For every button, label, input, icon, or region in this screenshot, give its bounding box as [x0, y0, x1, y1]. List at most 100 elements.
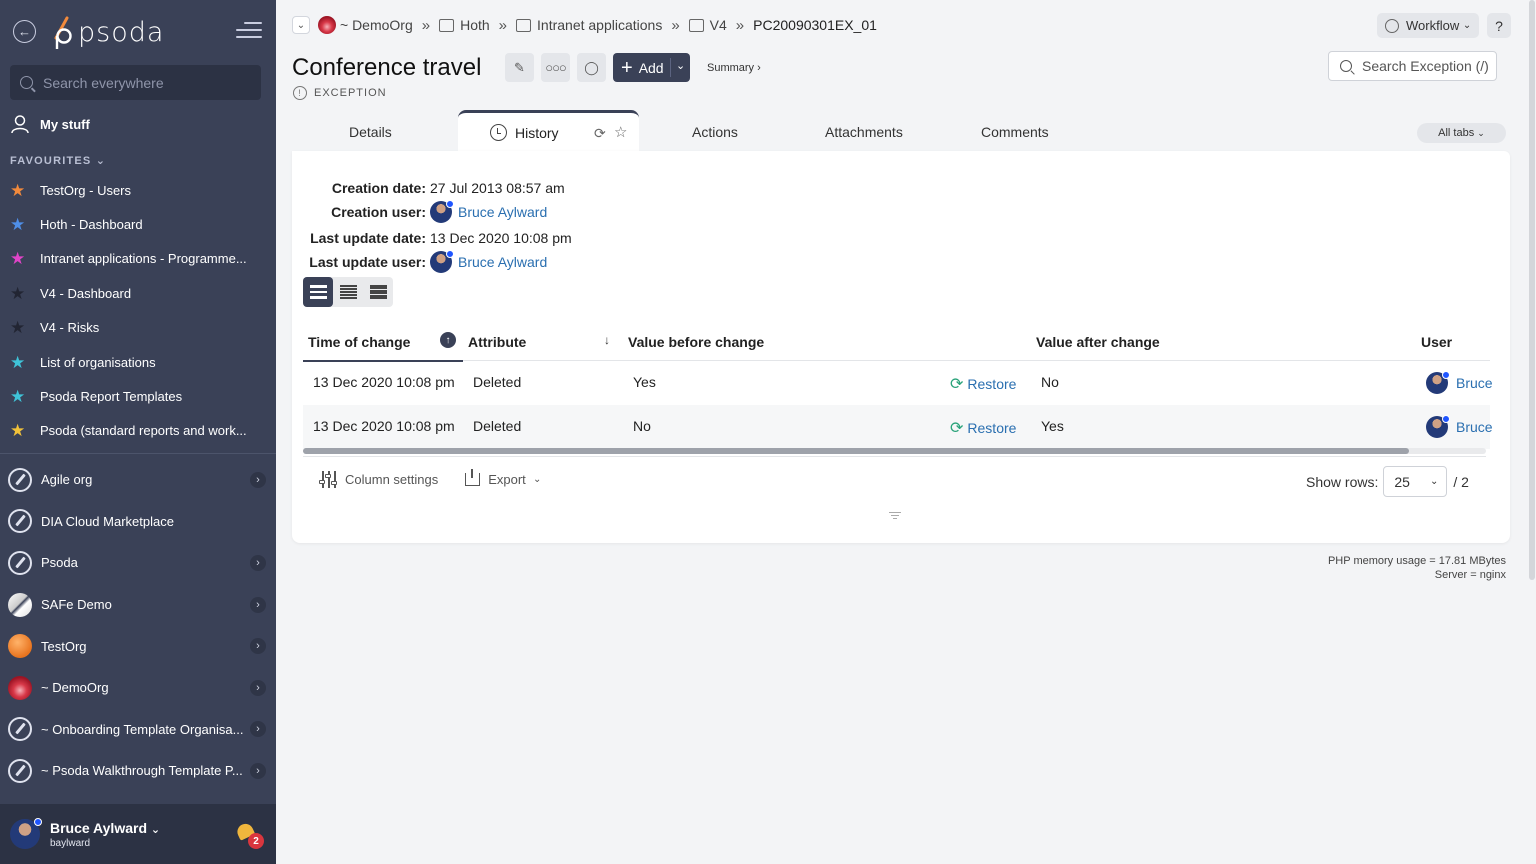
page-scrollbar[interactable]: [1528, 0, 1536, 864]
cell-user[interactable]: Bruce: [1426, 371, 1493, 394]
tab-comments[interactable]: Comments: [981, 124, 1049, 140]
org-item-testorg[interactable]: TestOrg ›: [8, 625, 268, 667]
export-button[interactable]: Export ⌄: [465, 469, 541, 487]
org-item-psoda[interactable]: Psoda ›: [8, 542, 268, 584]
breadcrumb-demoorg[interactable]: ~ DemoOrg: [318, 16, 413, 34]
breadcrumb-dropdown-icon[interactable]: ⌄: [292, 16, 310, 34]
column-header-user[interactable]: User: [1421, 334, 1452, 350]
current-user-panel[interactable]: Bruce Aylward ⌄ baylward 2: [0, 804, 276, 864]
column-header-time[interactable]: Time of change: [308, 334, 410, 350]
global-search[interactable]: [10, 65, 261, 100]
density-compact-icon[interactable]: [363, 277, 393, 307]
org-item-dia-cloud[interactable]: DIA Cloud Marketplace: [8, 501, 268, 543]
last-update-user-link[interactable]: Bruce Aylward: [430, 250, 547, 273]
chevron-right-icon[interactable]: ›: [250, 471, 266, 488]
back-icon[interactable]: ←: [13, 20, 36, 43]
favourite-item[interactable]: ★ List of organisations: [10, 345, 266, 379]
chevron-down-icon[interactable]: ⌄: [676, 59, 685, 72]
online-status-dot: [1442, 371, 1450, 379]
org-item-safe-demo[interactable]: SAFe Demo ›: [8, 584, 268, 626]
sort-ascending-icon[interactable]: ↑: [440, 332, 456, 348]
tab-details[interactable]: Details: [349, 124, 392, 140]
summary-link[interactable]: Summary ›: [707, 62, 761, 74]
horizontal-scrollbar-thumb[interactable]: [303, 448, 1409, 454]
breadcrumb-v4[interactable]: V4: [688, 17, 727, 33]
psoda-logo[interactable]: psoda: [50, 14, 164, 49]
star-outline-icon[interactable]: ☆: [614, 123, 627, 141]
breadcrumb-intranet[interactable]: Intranet applications: [516, 17, 662, 33]
history-table: Time of change ↑ Attribute ↓ Value befor…: [303, 323, 1493, 457]
org-label: ~ DemoOrg: [41, 680, 109, 696]
sidebar: ← psoda My stuff FAVOURITES ⌄ ★ TestOrg -…: [0, 0, 276, 864]
tag-button[interactable]: ◯: [577, 53, 606, 82]
chevron-right-icon[interactable]: ›: [250, 554, 266, 571]
all-tabs-label: All tabs: [1438, 127, 1475, 139]
favourite-item[interactable]: ★ TestOrg - Users: [10, 173, 266, 207]
tab-history[interactable]: History ⟳ ☆: [458, 110, 639, 152]
restore-link[interactable]: ⟳ Restore: [950, 418, 1016, 438]
column-header-after[interactable]: Value after change: [1036, 334, 1160, 350]
star-icon: ★: [10, 215, 26, 235]
favourite-label: TestOrg - Users: [40, 182, 132, 198]
density-standard-icon[interactable]: [333, 277, 363, 307]
person-icon: [10, 114, 30, 134]
user-login: baylward: [50, 837, 91, 849]
my-stuff-link[interactable]: My stuff: [10, 114, 90, 134]
org-item-agile-org[interactable]: Agile org ›: [8, 459, 268, 501]
column-header-attribute[interactable]: Attribute: [468, 334, 526, 350]
all-tabs-button[interactable]: All tabs ⌄: [1417, 123, 1506, 143]
star-icon: ★: [10, 421, 26, 441]
search-everywhere-input[interactable]: [43, 74, 253, 91]
org-item-onboarding[interactable]: ~ Onboarding Template Organisa... ›: [8, 709, 268, 751]
pagination: Show rows: 25 ⌄ / 2: [1306, 466, 1469, 497]
sort-descending-icon[interactable]: ↓: [604, 333, 610, 347]
cell-user[interactable]: Bruce: [1426, 415, 1493, 438]
resize-handle-icon[interactable]: [889, 512, 901, 521]
column-settings-button[interactable]: Column settings: [319, 471, 438, 488]
favourite-label: List of organisations: [40, 354, 156, 370]
collapse-sidebar-icon[interactable]: [236, 22, 262, 40]
horizontal-scrollbar[interactable]: [303, 448, 1486, 454]
restore-label: Restore: [967, 420, 1017, 436]
add-button-divider: [670, 58, 671, 77]
favourite-item[interactable]: ★ Psoda Report Templates: [10, 379, 266, 413]
creation-user-link[interactable]: Bruce Aylward: [430, 200, 547, 223]
breadcrumb-hoth[interactable]: Hoth: [439, 17, 490, 33]
density-comfortable-icon[interactable]: [303, 277, 333, 307]
column-header-before[interactable]: Value before change: [628, 334, 764, 350]
favourite-item[interactable]: ★ Intranet applications - Programme...: [10, 242, 266, 276]
org-item-demoorg[interactable]: ~ DemoOrg ›: [8, 667, 268, 709]
favourite-item[interactable]: ★ V4 - Risks: [10, 311, 266, 345]
chevron-right-icon[interactable]: ›: [250, 638, 266, 655]
chevron-right-icon[interactable]: ›: [250, 596, 266, 613]
search-exception-placeholder: Search Exception (/): [1362, 58, 1489, 74]
restore-icon: ⟳: [950, 376, 964, 393]
page-scrollbar-thumb[interactable]: [1529, 0, 1535, 580]
favourite-item[interactable]: ★ Psoda (standard reports and work...: [10, 414, 266, 448]
tab-attachments[interactable]: Attachments: [825, 124, 903, 140]
star-icon: ★: [10, 249, 26, 269]
favourite-item[interactable]: ★ Hoth - Dashboard: [10, 207, 266, 241]
add-button[interactable]: + Add ⌄: [613, 53, 690, 82]
org-item-walkthrough[interactable]: ~ Psoda Walkthrough Template P... ›: [8, 750, 268, 792]
favourite-item[interactable]: ★ V4 - Dashboard: [10, 276, 266, 310]
refresh-icon[interactable]: ⟳: [594, 125, 606, 142]
more-options-button[interactable]: ○○○: [541, 53, 570, 82]
chevron-right-icon[interactable]: ›: [250, 679, 266, 696]
workflow-label: Workflow: [1406, 18, 1460, 33]
search-exception-input[interactable]: Search Exception (/): [1328, 51, 1497, 81]
edit-button[interactable]: ✎: [505, 53, 534, 82]
creation-user-label: Creation user:: [331, 204, 426, 220]
chevron-right-icon[interactable]: ›: [250, 762, 266, 779]
tab-actions[interactable]: Actions: [692, 124, 738, 140]
help-button[interactable]: ?: [1487, 13, 1511, 38]
notifications-bell-icon[interactable]: 2: [234, 821, 264, 849]
rows-per-page-select[interactable]: 25 ⌄: [1383, 466, 1448, 497]
star-icon: ★: [10, 352, 26, 372]
workflow-button[interactable]: Workflow ⌄: [1377, 13, 1479, 38]
org-pen-icon: [8, 758, 32, 783]
creation-date-row: Creation date: 27 Jul 2013 08:57 am: [300, 180, 565, 196]
favourites-heading[interactable]: FAVOURITES ⌄: [10, 154, 106, 167]
chevron-right-icon[interactable]: ›: [250, 721, 266, 738]
restore-link[interactable]: ⟳ Restore: [950, 374, 1016, 394]
